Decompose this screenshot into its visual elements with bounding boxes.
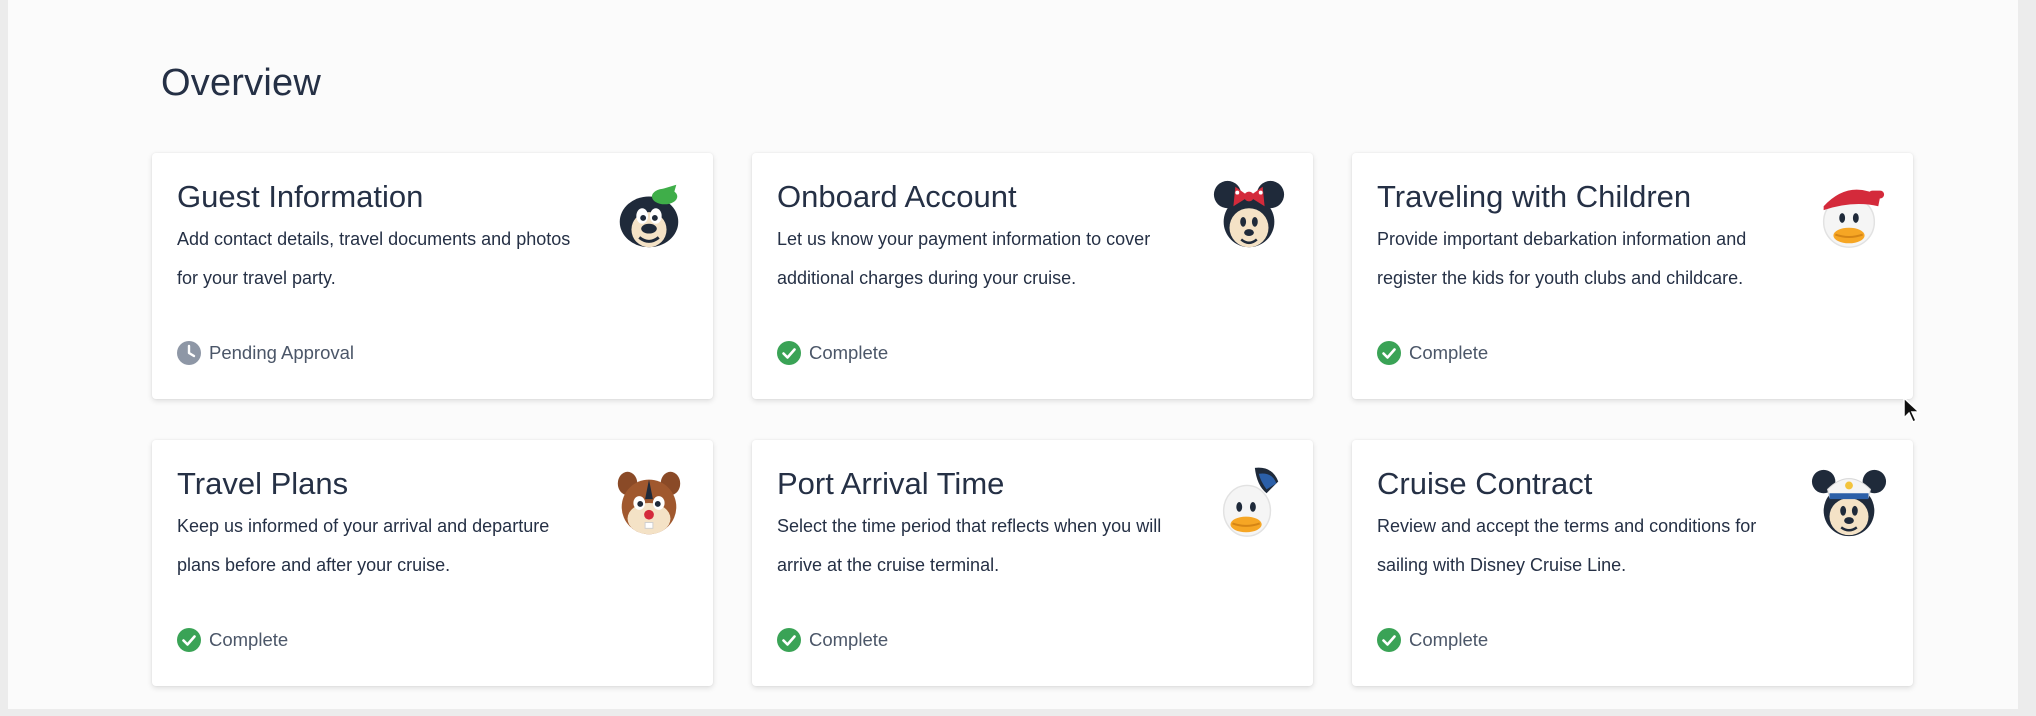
status-label: Pending Approval — [209, 342, 355, 363]
check-circle-icon — [177, 628, 201, 652]
check-circle-icon — [777, 628, 801, 652]
card-title: Port Arrival Time — [777, 466, 1005, 501]
check-circle-icon — [1377, 341, 1401, 365]
card-description: Add contact details, travel documents an… — [177, 229, 571, 288]
card-title: Guest Information — [177, 179, 424, 214]
minnie-avatar-icon — [1210, 177, 1288, 255]
status-label: Complete — [809, 342, 889, 363]
card-title: Onboard Account — [777, 179, 1017, 214]
status-label: Complete — [1409, 342, 1489, 363]
card-guest-information[interactable]: Guest Information Add contact details, t… — [152, 153, 713, 399]
goofy-avatar-icon — [610, 177, 688, 255]
captain-mickey-avatar-icon — [1810, 464, 1888, 542]
chipmunk-avatar-icon — [610, 464, 688, 542]
card-description: Let us know your payment information to … — [777, 229, 1151, 288]
card-description: Review and accept the terms and conditio… — [1377, 516, 1757, 575]
donald-avatar-icon — [1210, 464, 1288, 542]
status-label: Complete — [809, 629, 889, 650]
status-complete: Complete — [777, 628, 888, 652]
card-travel-plans[interactable]: Travel Plans Keep us informed of your ar… — [152, 440, 713, 686]
duck-avatar-icon — [1810, 177, 1888, 255]
card-title: Travel Plans — [177, 466, 349, 501]
card-title: Traveling with Children — [1377, 179, 1692, 214]
card-description: Provide important debarkation informatio… — [1377, 229, 1747, 288]
page-title: Overview — [161, 62, 321, 104]
status-complete: Complete — [1377, 341, 1488, 365]
card-onboard-account[interactable]: Onboard Account Let us know your payment… — [752, 153, 1313, 399]
status-label: Complete — [209, 629, 289, 650]
check-circle-icon — [1377, 628, 1401, 652]
clock-icon — [177, 341, 201, 365]
card-cruise-contract[interactable]: Cruise Contract Review and accept the te… — [1352, 440, 1913, 686]
status-label: Complete — [1409, 629, 1489, 650]
overview-page: Overview Guest Information Add contact d… — [8, 0, 2018, 709]
card-port-arrival-time[interactable]: Port Arrival Time Select the time period… — [752, 440, 1313, 686]
card-description: Keep us informed of your arrival and dep… — [177, 516, 550, 575]
card-description: Select the time period that reflects whe… — [777, 516, 1162, 575]
status-complete: Complete — [177, 628, 288, 652]
mouse-cursor-icon — [1903, 397, 1921, 423]
status-pending: Pending Approval — [177, 341, 354, 365]
status-complete: Complete — [1377, 628, 1488, 652]
check-circle-icon — [777, 341, 801, 365]
status-complete: Complete — [777, 341, 888, 365]
card-traveling-with-children[interactable]: Traveling with Children Provide importan… — [1352, 153, 1913, 399]
card-title: Cruise Contract — [1377, 466, 1593, 501]
